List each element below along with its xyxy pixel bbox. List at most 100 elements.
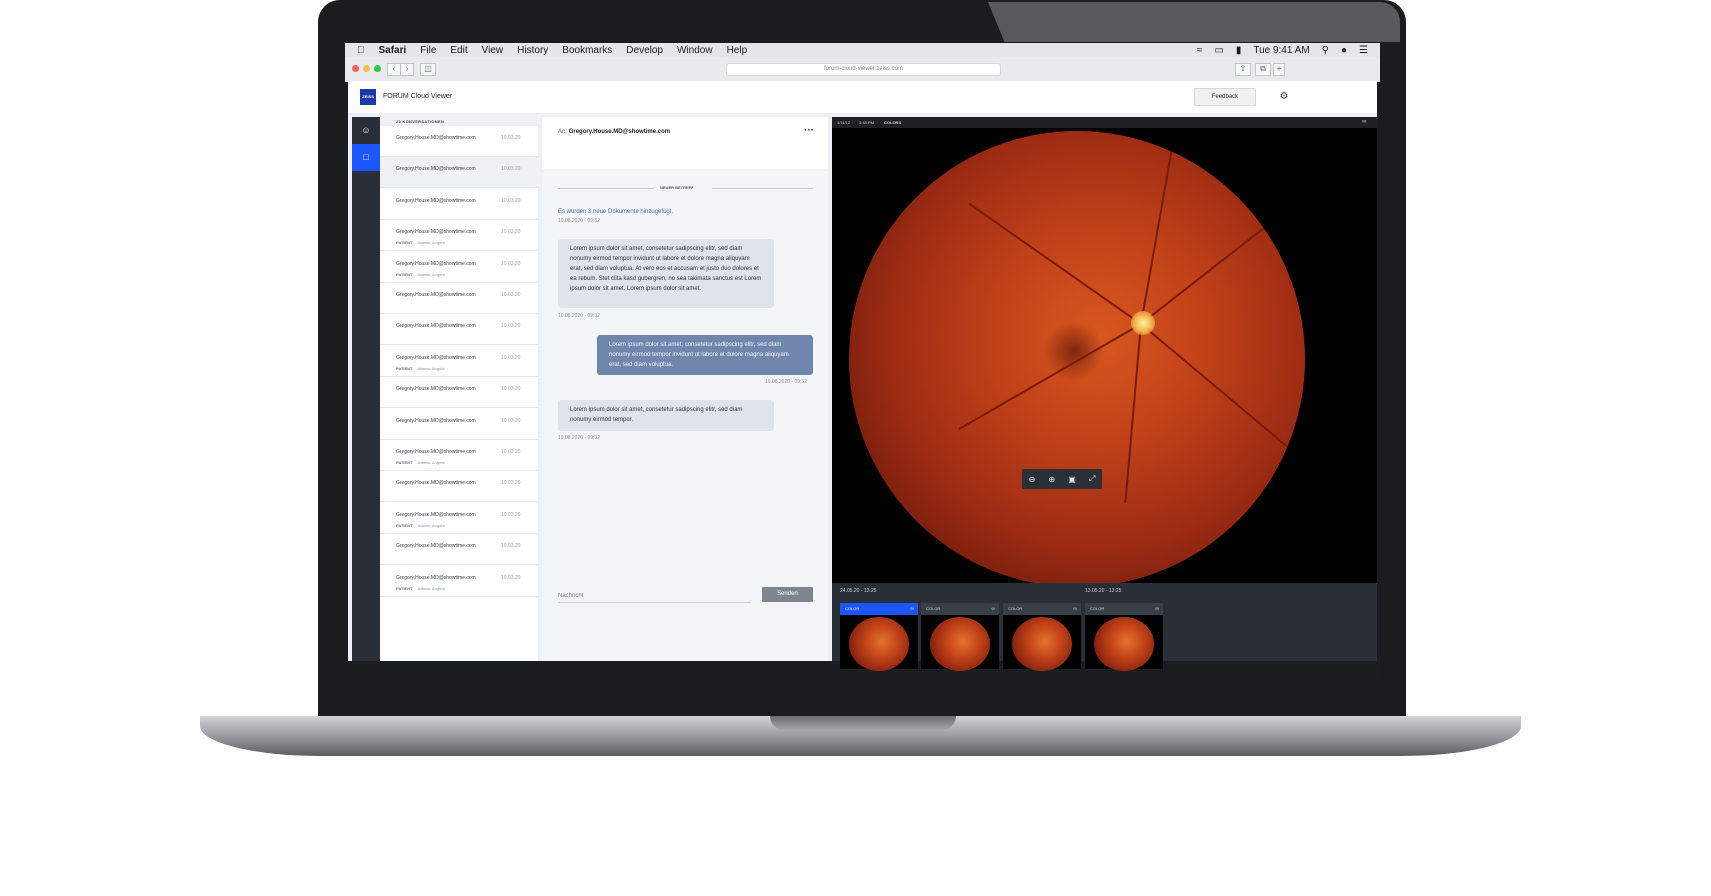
feedback-button[interactable]: Feedback: [1194, 88, 1256, 106]
conversation-item[interactable]: Gregory.House.MD@showtime.com 10.03.20: [380, 157, 538, 189]
menu-file[interactable]: File: [420, 45, 436, 56]
patient-name: Adams, Angela: [417, 522, 445, 528]
new-tab-button[interactable]: +: [1273, 63, 1285, 76]
siri-icon[interactable]: ●: [1341, 45, 1347, 56]
conversation-item[interactable]: Gregory.House.MD@showtime.com 10.03.20: [380, 377, 538, 409]
viewer-info-bar: 1/11/12 3:48 PM COLORS ∞: [832, 117, 1377, 128]
menu-edit[interactable]: Edit: [450, 45, 467, 56]
conversation-item[interactable]: Gregory.House.MD@showtime.com 10.03.20: [380, 409, 538, 440]
menu-bookmarks[interactable]: Bookmarks: [562, 45, 612, 56]
link-icon[interactable]: ∞: [1073, 603, 1077, 615]
apple-menu-icon[interactable]: : [357, 45, 365, 56]
conversation-list: 25 KONVERSATIONEN Gregory.House.MD@showt…: [380, 117, 538, 661]
conversation-patient: PATIENT Adams, Angela: [396, 460, 444, 465]
gear-icon[interactable]: ⚙: [1278, 91, 1290, 103]
conversation-item[interactable]: Gregory.House.MD@showtime.com 10.03.20 PAT…: [380, 346, 538, 377]
chat-panel: An: Gregory.House.MD@showtime.com ··· NE…: [542, 117, 828, 661]
conversation-patient: PATIENT Adams, Angela: [396, 523, 444, 528]
message-bubble-incoming: Lorem ipsum dolor sit amet, consetetur s…: [558, 400, 774, 431]
chat-header: An: Gregory.House.MD@showtime.com ···: [542, 117, 828, 169]
conversation-date: 10.03.20: [501, 323, 521, 330]
mac-menubar:  Safari File Edit View History Bookmark…: [345, 43, 1380, 57]
patient-label: PATIENT: [396, 460, 413, 465]
conversation-item[interactable]: Gregory.House.MD@showtime.com 10.03.20: [380, 314, 538, 346]
conversation-email: Gregory.House.MD@showtime.com: [396, 354, 476, 361]
thumbnail-strip: 24.05.20 - 13:25 13.05.20 - 13:25 COLOR ∞…: [832, 583, 1377, 671]
vessel: [1140, 181, 1305, 325]
link-icon[interactable]: ∞: [1362, 117, 1366, 128]
chat-icon[interactable]: □: [352, 144, 380, 171]
conversation-item[interactable]: Gregory.House.MD@showtime.com 10.03.20: [380, 189, 538, 220]
conversation-date: 10.03.20: [501, 166, 521, 173]
zoom-out-icon[interactable]: ⊖: [1029, 475, 1036, 484]
thumbnail-label: COLOR: [845, 606, 860, 611]
conversation-item[interactable]: Gregory.House.MD@showtime.com 10.03.20: [380, 471, 538, 503]
zoom-in-icon[interactable]: ⊕: [1048, 475, 1055, 484]
zoom-window-button[interactable]: [374, 65, 381, 72]
message-bubble-outgoing: Lorem ipsum dolor sit amet, consetetur s…: [597, 335, 813, 375]
conversation-item[interactable]: Gregory.House.MD@showtime.com 10.03.20: [380, 283, 538, 314]
conversation-email: Gregory.House.MD@showtime.com: [396, 386, 476, 393]
forward-button[interactable]: ›: [400, 63, 414, 76]
thumbnail-image: [930, 617, 990, 671]
minimize-window-button[interactable]: [363, 65, 370, 72]
thumbnail[interactable]: COLOR ∞: [1085, 603, 1163, 671]
to-label: An:: [558, 129, 568, 135]
message-timestamp: 19.08.2020 - 09:32: [558, 313, 600, 319]
conversation-email: Gregory.House.MD@showtime.com: [396, 260, 476, 267]
address-bar[interactable]: forum-cloud-viewer.zeiss.com: [726, 63, 1001, 76]
link-icon[interactable]: ∞: [991, 603, 995, 615]
vessel: [968, 202, 1142, 325]
conversation-item[interactable]: Gregory.House.MD@showtime.com 10.03.20 PAT…: [380, 440, 538, 471]
link-icon[interactable]: ∞: [1155, 603, 1159, 615]
menu-develop[interactable]: Develop: [626, 45, 663, 56]
conversation-email: Gregory.House.MD@showtime.com: [396, 135, 476, 141]
menu-view[interactable]: View: [482, 45, 504, 56]
spotlight-icon[interactable]: ⚲: [1322, 45, 1329, 56]
message-input[interactable]: [558, 593, 748, 599]
user-icon[interactable]: ☺: [352, 117, 380, 144]
conversation-item[interactable]: Gregory.House.MD@showtime.com 10.03.20 PAT…: [380, 503, 538, 534]
patient-name: Adams, Angela: [417, 240, 445, 246]
menu-app-name[interactable]: Safari: [379, 45, 407, 56]
wifi-icon[interactable]: ≈: [1197, 45, 1203, 56]
conversation-date: 10.03.20: [501, 511, 521, 518]
app-header: ZEISS FORUM Cloud Viewer Feedback ⚙: [348, 81, 1377, 113]
optic-disc: [1131, 311, 1155, 335]
thumbnail-image: [1012, 617, 1072, 671]
thumbnail[interactable]: COLOR ∞: [1003, 603, 1081, 671]
group-date: 13.05.20 - 13:25: [1085, 588, 1122, 594]
close-window-button[interactable]: [352, 65, 359, 72]
conversation-item[interactable]: Gregory.House.MD@showtime.com 10.03.20: [380, 126, 538, 157]
conversation-date: 10.03.20: [501, 417, 521, 424]
tabs-overview-icon[interactable]: ⧉: [1255, 63, 1271, 76]
conversation-date: 10.03.20: [501, 386, 521, 393]
url-text: forum-cloud-viewer.zeiss.com: [823, 66, 904, 72]
conversation-item[interactable]: Gregory.House.MD@showtime.com 10.03.20 PAT…: [380, 566, 538, 597]
send-button[interactable]: Senden: [762, 587, 813, 602]
conversation-email: Gregory.House.MD@showtime.com: [396, 292, 476, 298]
notification-center-icon[interactable]: ☰: [1359, 45, 1368, 56]
conversation-email: Gregory.House.MD@showtime.com: [396, 574, 476, 581]
battery-icon[interactable]: ▮: [1236, 45, 1242, 56]
airplay-icon[interactable]: ▭: [1214, 45, 1223, 56]
thumbnail-label: COLOR: [1090, 606, 1105, 611]
fit-screen-icon[interactable]: ▣: [1068, 475, 1076, 484]
menu-window[interactable]: Window: [677, 45, 713, 56]
menu-help[interactable]: Help: [727, 45, 748, 56]
link-icon[interactable]: ∞: [910, 603, 914, 615]
patient-name: Adams, Angela: [417, 365, 445, 371]
share-icon[interactable]: ⇧: [1235, 63, 1251, 76]
conversation-item[interactable]: Gregory.House.MD@showtime.com 10.03.20 PAT…: [380, 220, 538, 252]
conversation-item[interactable]: Gregory.House.MD@showtime.com 10.03.20 PAT…: [380, 252, 538, 283]
conversation-item[interactable]: Gregory.House.MD@showtime.com 10.03.20: [380, 534, 538, 566]
more-options-icon[interactable]: ···: [804, 125, 814, 136]
fullscreen-icon[interactable]: ⤢: [1089, 474, 1095, 484]
sidebar-toggle-icon[interactable]: ◫: [420, 63, 436, 76]
menubar-clock[interactable]: Tue 9:41 AM: [1253, 45, 1309, 56]
fundus-image[interactable]: [849, 131, 1305, 587]
thumbnail[interactable]: COLOR ∞: [840, 603, 918, 671]
thumbnail[interactable]: COLOR ∞: [921, 603, 999, 671]
back-button[interactable]: ‹: [387, 63, 401, 76]
menu-history[interactable]: History: [517, 45, 548, 56]
